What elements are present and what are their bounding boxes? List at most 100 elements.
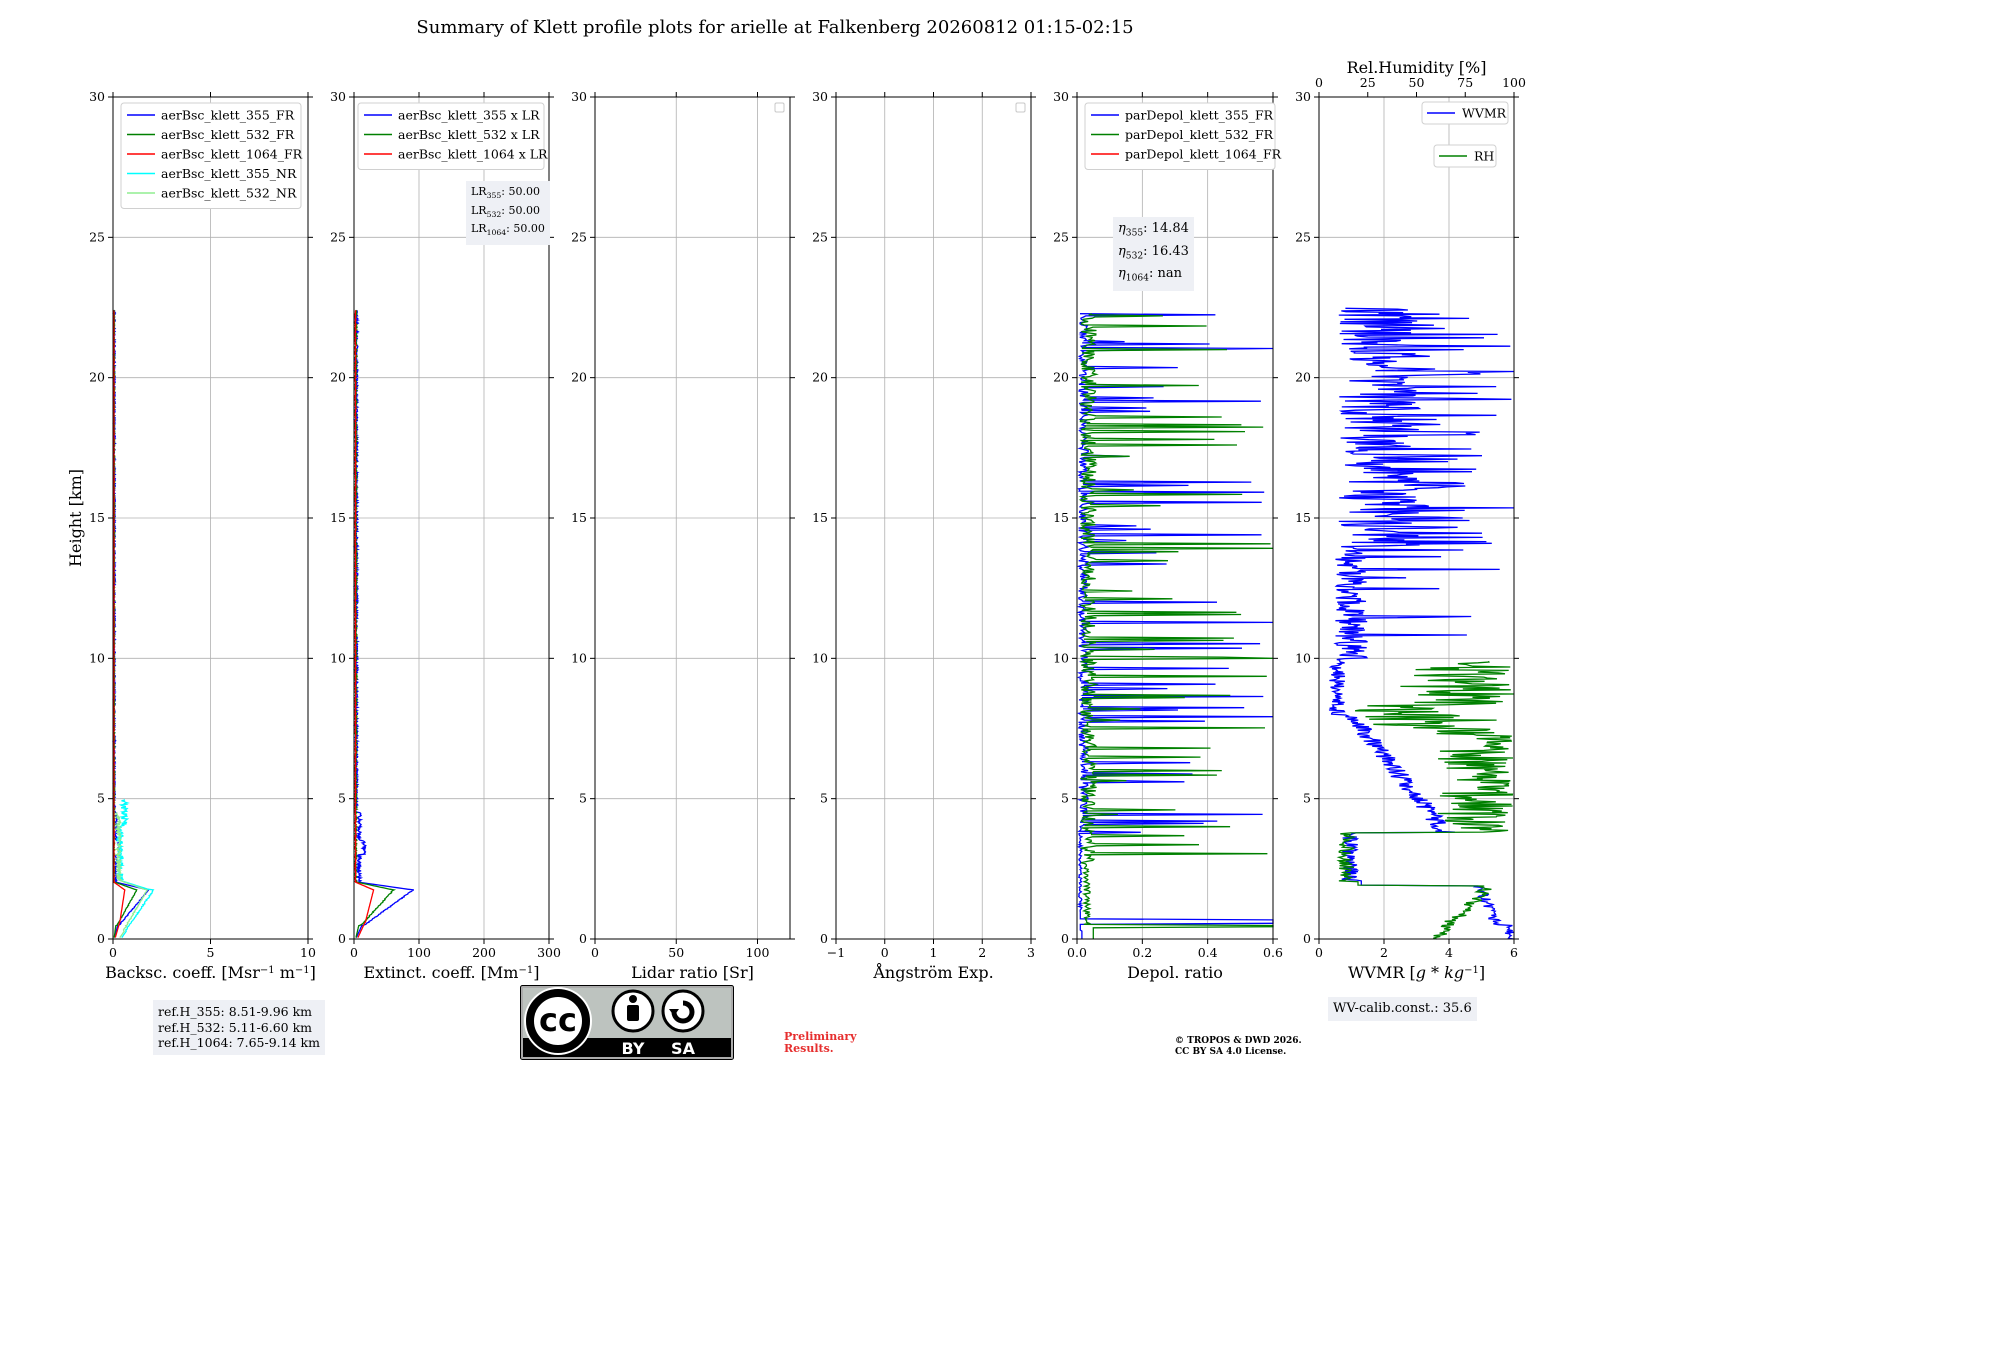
x-tick-label: 300 bbox=[537, 945, 561, 960]
y-tick-label: 0 bbox=[1061, 931, 1069, 946]
box-line-355: LR355: 50.00 bbox=[471, 185, 545, 204]
box-subscript: 532 bbox=[1125, 251, 1144, 262]
x-tick-label: 0.2 bbox=[1132, 945, 1152, 960]
y-tick-label: 20 bbox=[571, 370, 587, 385]
legend-label: aerBsc_klett_532 x LR bbox=[398, 127, 540, 142]
y-tick-label: 30 bbox=[812, 89, 828, 104]
y-tick-label: 15 bbox=[571, 510, 587, 525]
rh-tick-label: 100 bbox=[1502, 75, 1526, 90]
legend-label: aerBsc_klett_355 x LR bbox=[398, 108, 540, 123]
cc-by-sa-badge: cc BY SA bbox=[520, 985, 734, 1060]
badge-by-label: BY bbox=[622, 1039, 645, 1058]
x-tick-label: 0 bbox=[591, 945, 599, 960]
legend-label: parDepol_klett_1064_FR bbox=[1125, 147, 1282, 162]
legend-label: aerBsc_klett_1064 x LR bbox=[398, 147, 548, 162]
reference-height-box: ref.H_355: 8.51-9.96 km ref.H_532: 5.11-… bbox=[153, 1000, 325, 1055]
box-value: : nan bbox=[1148, 266, 1182, 282]
box-line-532: η532: 16.43 bbox=[1118, 243, 1189, 266]
badge-sa-label: SA bbox=[671, 1039, 696, 1058]
panel-angstrom: −1 0 1 2 3051015202530Ångström Exp. bbox=[812, 89, 1036, 982]
x-tick-label: 0 bbox=[109, 945, 117, 960]
x-tick-label: 0 bbox=[1315, 945, 1323, 960]
x-tick-label: 0 bbox=[881, 945, 889, 960]
y-tick-label: 25 bbox=[330, 229, 346, 244]
x-tick-label: 2 bbox=[1380, 945, 1388, 960]
series-aerBsc_klett_532 x LR bbox=[353, 309, 397, 938]
copyright-line-2: CC BY SA 4.0 License. bbox=[1175, 1046, 1287, 1057]
x-tick-label: 1 bbox=[930, 945, 938, 960]
x-tick-label: 2 bbox=[978, 945, 986, 960]
y-tick-label: 5 bbox=[1061, 791, 1069, 806]
y-tick-label: 10 bbox=[330, 650, 346, 665]
y-tick-label: 5 bbox=[1303, 791, 1311, 806]
x-axis-label: Lidar ratio [Sr] bbox=[631, 963, 754, 982]
x-tick-label: 3 bbox=[1027, 945, 1035, 960]
y-tick-label: 5 bbox=[97, 791, 105, 806]
x-tick-label: 50 bbox=[668, 945, 684, 960]
box-value: : 50.00 bbox=[501, 185, 540, 198]
y-tick-label: 0 bbox=[1303, 931, 1311, 946]
refh-532: ref.H_532: 5.11-6.60 km bbox=[158, 1019, 313, 1035]
y-tick-label: 30 bbox=[1053, 89, 1069, 104]
box-line-532: LR532: 50.00 bbox=[471, 204, 545, 223]
box-symbol: LR bbox=[471, 222, 487, 236]
x-axis-label: Depol. ratio bbox=[1127, 963, 1223, 982]
y-tick-label: 15 bbox=[330, 510, 346, 525]
y-tick-label: 10 bbox=[1053, 650, 1069, 665]
box-subscript: 355 bbox=[486, 191, 502, 201]
legend-label: aerBsc_klett_355_NR bbox=[161, 166, 297, 181]
eta-box: η355: 14.84 η532: 16.43 η1064: nan bbox=[1113, 217, 1194, 291]
cc-mark: cc bbox=[539, 1001, 577, 1039]
y-tick-label: 30 bbox=[1295, 89, 1311, 104]
x-axis-label: WVMR [g * kg−1] bbox=[1348, 963, 1485, 982]
lr-box: LR355: 50.00 LR532: 50.00 LR1064: 50.00 bbox=[466, 181, 550, 246]
legend-label: parDepol_klett_355_FR bbox=[1125, 108, 1274, 123]
legend-label: aerBsc_klett_532_FR bbox=[161, 127, 295, 142]
refh-355: ref.H_355: 8.51-9.96 km bbox=[158, 1004, 313, 1019]
series-aerBsc_klett_355 x LR bbox=[352, 309, 415, 938]
y-tick-label: 25 bbox=[571, 229, 587, 244]
y-tick-label: 15 bbox=[89, 510, 105, 525]
y-tick-label: 25 bbox=[1295, 229, 1311, 244]
y-tick-label: 20 bbox=[330, 370, 346, 385]
legend-label: RH bbox=[1474, 149, 1494, 164]
y-tick-label: 0 bbox=[338, 931, 346, 946]
panel-backscatter: 0 5 10 0 5 10 15 20 25 30 Backsc. coeff. [Msr−1 m−… bbox=[89, 89, 316, 982]
y-tick-label: 20 bbox=[89, 370, 105, 385]
rh-tick-label: 0 bbox=[1315, 75, 1323, 90]
y-tick-label: 30 bbox=[571, 89, 587, 104]
x-tick-label: 0 bbox=[350, 945, 358, 960]
rh-axis-label: Rel.Humidity [%] bbox=[1347, 58, 1487, 77]
legend-label: WVMR bbox=[1462, 106, 1507, 121]
x-tick-label: 6 bbox=[1510, 945, 1518, 960]
wv-calib-box: WV-calib.const.: 35.6 bbox=[1328, 997, 1477, 1021]
y-tick-label: 20 bbox=[812, 370, 828, 385]
y-tick-label: 5 bbox=[338, 791, 346, 806]
legend-label: aerBsc_klett_1064_FR bbox=[161, 147, 303, 162]
y-tick-label: 15 bbox=[812, 510, 828, 525]
y-tick-label: 15 bbox=[1053, 510, 1069, 525]
rh-tick-label: 25 bbox=[1360, 75, 1376, 90]
panel-wvmr: 0 2 4 6 0 5 10 15 20 25 30 WVMR [g * kg−1] 0 25 50 75 10… bbox=[1295, 58, 1526, 982]
y-tick-label: 0 bbox=[820, 931, 828, 946]
y-tick-label: 20 bbox=[1053, 370, 1069, 385]
series-aerBsc_klett_532_FR bbox=[112, 309, 138, 938]
y-tick-label: 5 bbox=[820, 791, 828, 806]
box-value: : 50.00 bbox=[501, 203, 540, 217]
panel-lidar_ratio: 0 50 100 0 5 10 15 20 25 30 Lidar ratio [Sr] bbox=[571, 89, 795, 982]
box-line-1064: LR1064: 50.00 bbox=[471, 222, 545, 241]
box-symbol: η bbox=[1118, 221, 1126, 236]
y-axis-label: Height [km] bbox=[66, 469, 85, 567]
box-value: : 50.00 bbox=[506, 222, 545, 236]
empty-legend bbox=[1015, 102, 1026, 113]
y-tick-label: 0 bbox=[579, 931, 587, 946]
box-symbol: LR bbox=[471, 185, 487, 198]
y-tick-label: 30 bbox=[330, 89, 346, 104]
y-tick-label: 10 bbox=[89, 650, 105, 665]
box-subscript: 532 bbox=[486, 209, 502, 219]
x-axis-label: Extinct. coeff. [Mm−1] bbox=[364, 963, 540, 982]
y-tick-label: 5 bbox=[579, 791, 587, 806]
x-tick-label: 0.6 bbox=[1263, 945, 1283, 960]
x-axis-label: Ångström Exp. bbox=[872, 962, 993, 982]
y-tick-label: 25 bbox=[89, 229, 105, 244]
